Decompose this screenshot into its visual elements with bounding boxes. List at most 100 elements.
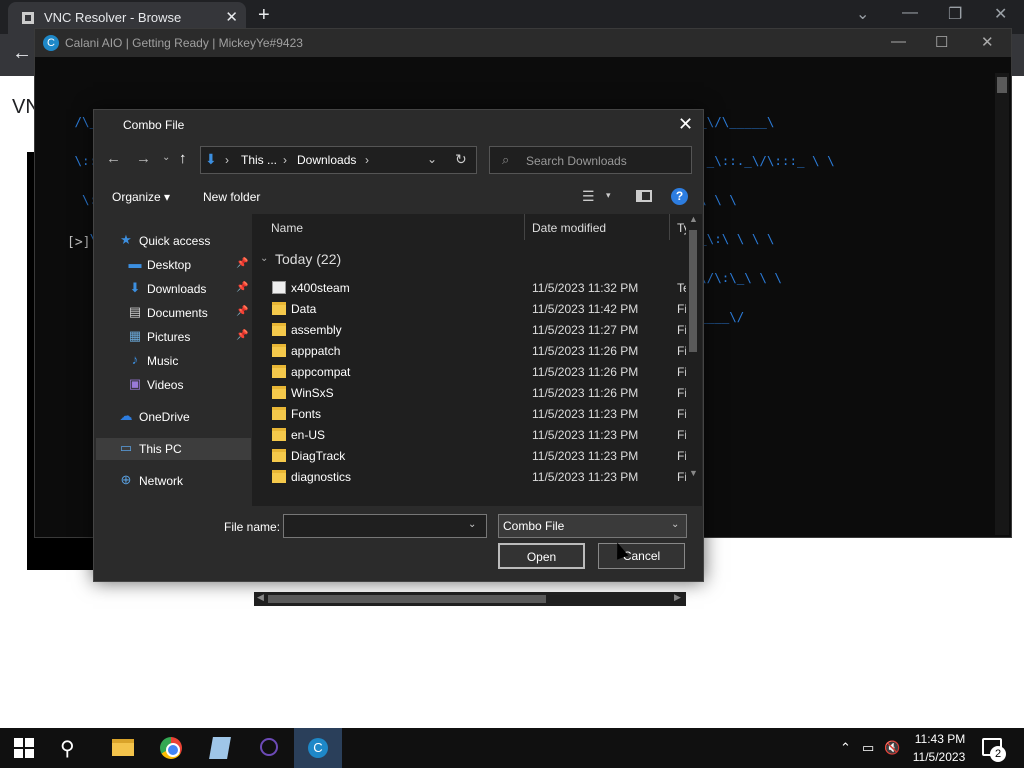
taskbar-search-icon[interactable]: ⚲ xyxy=(60,736,75,761)
up-arrow-icon[interactable]: ↑ xyxy=(179,150,187,167)
taskbar-chrome[interactable] xyxy=(147,728,195,768)
preview-pane-icon[interactable] xyxy=(636,190,652,202)
console-minimize-button[interactable]: — xyxy=(891,33,906,50)
scroll-right-icon[interactable]: ▶ xyxy=(674,592,681,603)
help-icon[interactable]: ? xyxy=(671,188,688,205)
vnc-favicon-icon xyxy=(22,12,34,24)
dialog-close-button[interactable]: ✕ xyxy=(678,114,693,135)
horizontal-scroll-thumb[interactable] xyxy=(268,595,546,603)
folder-icon xyxy=(272,470,286,483)
file-row[interactable]: Data 11/5/2023 11:42 PM Fi xyxy=(272,299,692,320)
file-type-select[interactable]: Combo File ⌄ xyxy=(498,514,687,538)
breadcrumb-separator[interactable]: › xyxy=(283,153,287,167)
file-name: x400steam xyxy=(291,281,350,295)
volume-muted-icon[interactable]: 🔇 xyxy=(884,740,900,756)
column-divider[interactable] xyxy=(669,214,670,240)
sidebar-item-this-pc[interactable]: ▭ This PC xyxy=(96,438,251,460)
horizontal-scrollbar[interactable]: ◀ ▶ xyxy=(254,592,686,606)
tab-close-icon[interactable]: ✕ xyxy=(225,8,238,26)
scroll-up-icon[interactable]: ▲ xyxy=(689,214,698,224)
browser-restore-button[interactable]: ❐ xyxy=(948,4,962,24)
console-close-button[interactable]: ✕ xyxy=(981,33,994,51)
sidebar-item-label: OneDrive xyxy=(139,410,190,424)
console-maximize-button[interactable]: ☐ xyxy=(935,33,948,51)
file-date: 11/5/2023 11:27 PM xyxy=(532,323,639,337)
new-folder-button[interactable]: New folder xyxy=(203,190,260,204)
browser-back-button[interactable]: ← xyxy=(12,42,32,65)
browser-minimize-button[interactable]: — xyxy=(902,4,918,22)
taskbar-notepad[interactable] xyxy=(196,728,244,768)
breadcrumb-separator[interactable]: › xyxy=(225,153,229,167)
open-button[interactable]: Open xyxy=(498,543,585,569)
breadcrumb-downloads[interactable]: Downloads xyxy=(297,153,356,167)
sidebar-item-desktop[interactable]: ▬ Desktop 📌 xyxy=(96,254,251,276)
tray-overflow-icon[interactable]: ⌃ xyxy=(840,740,851,756)
network-icon[interactable]: ▭ xyxy=(862,740,874,756)
clock-time[interactable]: 11:43 PM xyxy=(912,732,968,746)
sidebar-item-downloads[interactable]: ⬇ Downloads 📌 xyxy=(96,278,251,300)
column-header-date-modified[interactable]: Date modified xyxy=(532,221,606,235)
notification-count-badge: 2 xyxy=(990,746,1006,762)
scroll-down-icon[interactable]: ▼ xyxy=(689,468,698,478)
file-row[interactable]: diagnostics 11/5/2023 11:23 PM Fi xyxy=(272,467,692,488)
recent-locations-icon[interactable]: ⌄ xyxy=(162,152,170,163)
file-name-input[interactable]: ⌄ xyxy=(283,514,487,538)
file-type-dropdown-icon[interactable]: ⌄ xyxy=(671,519,679,530)
sidebar-item-quick-access[interactable]: ★ Quick access xyxy=(96,230,251,252)
column-divider[interactable] xyxy=(524,214,525,240)
vertical-scrollbar[interactable]: ▲ ▼ xyxy=(686,214,700,482)
sidebar-item-videos[interactable]: ▣ Videos xyxy=(96,374,251,396)
refresh-icon[interactable]: ↻ xyxy=(455,151,467,168)
address-dropdown-icon[interactable]: ⌄ xyxy=(427,152,437,166)
address-bar[interactable]: ⬇ › This ... › Downloads › ⌄ ↻ xyxy=(200,146,477,174)
file-row[interactable]: en-US 11/5/2023 11:23 PM Fi xyxy=(272,425,692,446)
new-tab-button[interactable]: + xyxy=(258,4,270,27)
view-options-icon[interactable]: ☰ xyxy=(582,188,595,205)
file-type-value: Combo File xyxy=(503,519,565,533)
forward-arrow-icon[interactable]: → xyxy=(136,150,151,167)
file-row[interactable]: appcompat 11/5/2023 11:26 PM Fi xyxy=(272,362,692,383)
sidebar-item-onedrive[interactable]: ☁ OneDrive xyxy=(96,406,251,428)
vertical-scroll-thumb[interactable] xyxy=(689,230,697,352)
file-name: apppatch xyxy=(291,344,341,358)
breadcrumb-this-pc[interactable]: This ... xyxy=(241,153,277,167)
sidebar-item-network[interactable]: ⊕ Network xyxy=(96,470,251,492)
file-row[interactable]: x400steam 11/5/2023 11:32 PM Te xyxy=(272,278,692,299)
group-header-today[interactable]: Today (22) xyxy=(275,251,341,267)
group-collapse-icon[interactable]: ⌄ xyxy=(260,253,268,264)
file-row[interactable]: WinSxS 11/5/2023 11:26 PM Fi xyxy=(272,383,692,404)
search-placeholder: Search Downloads xyxy=(526,154,627,168)
column-header-name[interactable]: Name xyxy=(271,221,303,235)
back-arrow-icon[interactable]: ← xyxy=(106,150,121,167)
desktop-icon: ▬ xyxy=(128,256,142,271)
breadcrumb-separator[interactable]: › xyxy=(365,153,369,167)
file-row[interactable]: Fonts 11/5/2023 11:23 PM Fi xyxy=(272,404,692,425)
browser-close-button[interactable]: ✕ xyxy=(994,4,1007,24)
file-row[interactable]: assembly 11/5/2023 11:27 PM Fi xyxy=(272,320,692,341)
cancel-button[interactable]: Cancel xyxy=(598,543,685,569)
sidebar-item-music[interactable]: ♪ Music xyxy=(96,350,251,372)
file-date: 11/5/2023 11:23 PM xyxy=(532,470,639,484)
file-name-dropdown-icon[interactable]: ⌄ xyxy=(468,519,476,530)
file-row[interactable]: DiagTrack 11/5/2023 11:23 PM Fi xyxy=(272,446,692,467)
scroll-left-icon[interactable]: ◀ xyxy=(257,592,264,603)
star-icon: ★ xyxy=(120,232,132,247)
console-titlebar[interactable]: C Calani AIO | Getting Ready | MickeyYe#… xyxy=(35,29,1011,57)
taskbar-file-explorer[interactable] xyxy=(98,728,146,768)
clock-date[interactable]: 11/5/2023 xyxy=(908,750,970,764)
tab-search-icon[interactable]: ⌄ xyxy=(856,4,869,24)
console-scrollbar[interactable] xyxy=(995,73,1009,535)
file-date: 11/5/2023 11:26 PM xyxy=(532,365,639,379)
taskbar-app[interactable] xyxy=(245,728,293,768)
sidebar-item-documents[interactable]: ▤ Documents 📌 xyxy=(96,302,251,324)
taskbar-calani[interactable]: C xyxy=(294,728,342,768)
console-scroll-thumb[interactable] xyxy=(997,77,1007,93)
view-dropdown-icon[interactable]: ▾ xyxy=(606,190,611,201)
organize-menu-button[interactable]: Organize ▾ xyxy=(112,190,170,204)
sidebar-item-pictures[interactable]: ▦ Pictures 📌 xyxy=(96,326,251,348)
windows-logo-icon xyxy=(25,738,34,747)
file-row[interactable]: apppatch 11/5/2023 11:26 PM Fi xyxy=(272,341,692,362)
windows-logo-icon xyxy=(14,749,23,758)
start-button[interactable] xyxy=(14,738,34,758)
search-input[interactable]: ⌕ Search Downloads xyxy=(489,146,692,174)
